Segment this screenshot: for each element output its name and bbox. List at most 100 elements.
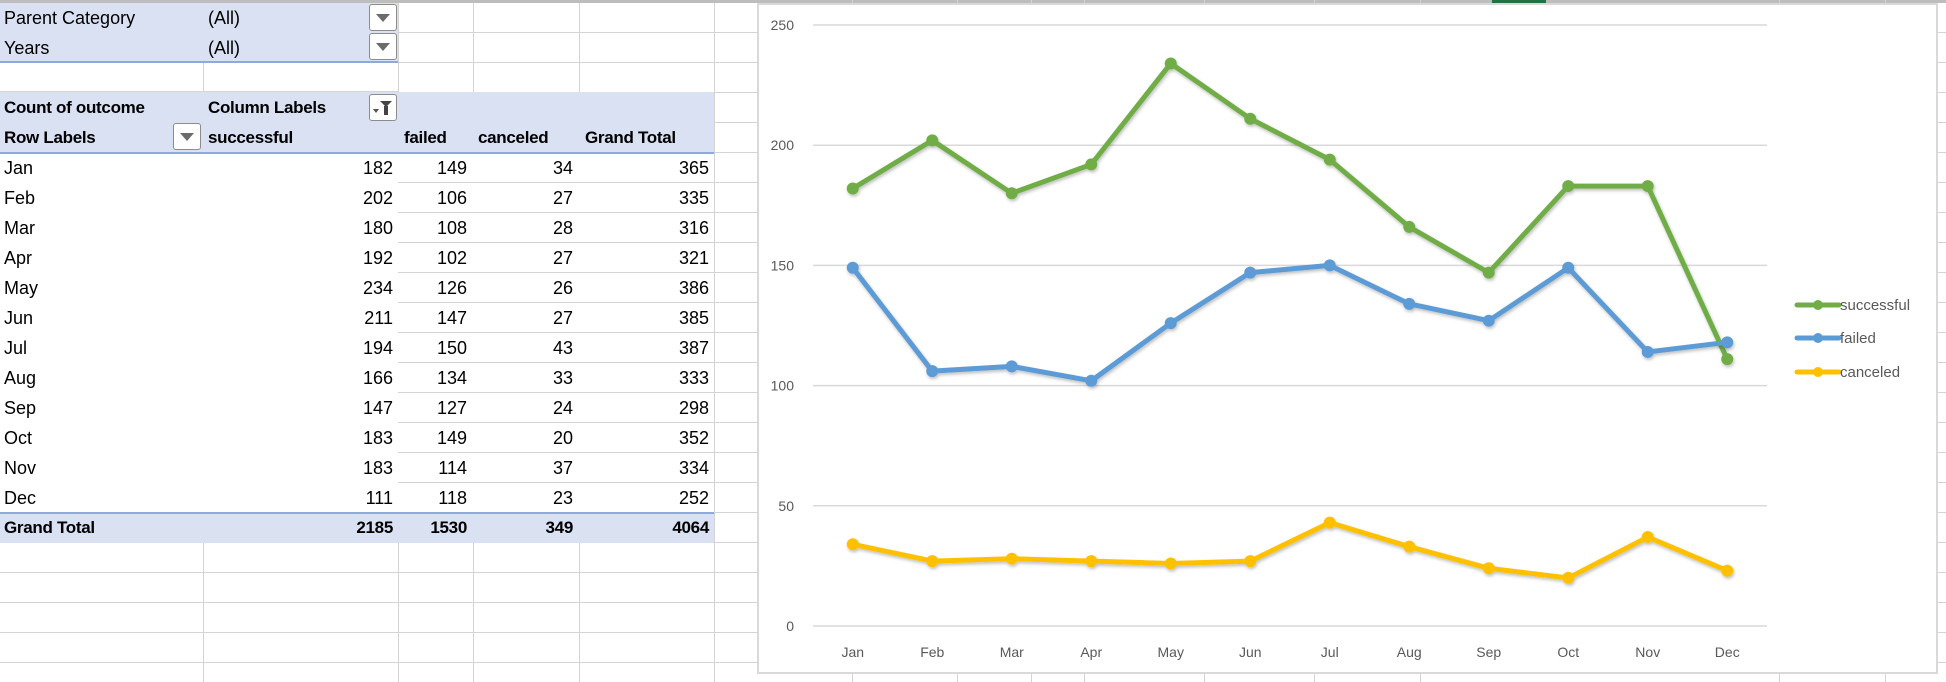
line-canceled[interactable]: [850, 520, 1730, 581]
value-field-label[interactable]: Count of outcome: [4, 93, 145, 123]
parent-category-dropdown-button[interactable]: [369, 4, 397, 31]
value-canceled[interactable]: 34: [473, 153, 573, 183]
column-header-grand-total[interactable]: Grand Total: [585, 123, 676, 153]
value-grand-total[interactable]: 321: [579, 243, 709, 273]
value-grand-total[interactable]: 334: [579, 453, 709, 483]
value-canceled[interactable]: 26: [473, 273, 573, 303]
column-header-canceled[interactable]: canceled: [478, 123, 549, 153]
row-labels-header[interactable]: Row Labels: [4, 123, 96, 153]
value-failed[interactable]: 127: [398, 393, 467, 423]
value-successful[interactable]: 166: [203, 363, 393, 393]
value-failed[interactable]: 134: [398, 363, 467, 393]
value-failed[interactable]: 149: [398, 153, 467, 183]
row-label[interactable]: Aug: [4, 363, 36, 393]
point-canceled-dec[interactable]: [1721, 564, 1734, 577]
value-successful[interactable]: 194: [203, 333, 393, 363]
point-successful-feb[interactable]: [926, 134, 939, 147]
point-failed-sep[interactable]: [1482, 314, 1495, 327]
point-canceled-jun[interactable]: [1244, 555, 1257, 568]
value-canceled[interactable]: 37: [473, 453, 573, 483]
value-successful[interactable]: 180: [203, 213, 393, 243]
value-canceled[interactable]: 24: [473, 393, 573, 423]
value-successful[interactable]: 111: [203, 483, 393, 513]
value-canceled[interactable]: 27: [473, 303, 573, 333]
point-successful-may[interactable]: [1164, 57, 1177, 70]
point-failed-aug[interactable]: [1403, 297, 1416, 310]
point-canceled-nov[interactable]: [1641, 531, 1654, 544]
row-label[interactable]: Jan: [4, 153, 33, 183]
point-successful-oct[interactable]: [1562, 180, 1575, 193]
point-successful-dec[interactable]: [1721, 353, 1734, 366]
row-label[interactable]: Jul: [4, 333, 27, 363]
point-successful-jun[interactable]: [1244, 112, 1257, 125]
point-canceled-jan[interactable]: [846, 538, 859, 551]
point-canceled-jul[interactable]: [1323, 516, 1336, 529]
legend-label[interactable]: canceled: [1840, 364, 1900, 381]
value-grand-total[interactable]: 333: [579, 363, 709, 393]
row-label[interactable]: Apr: [4, 243, 32, 273]
row-label[interactable]: Jun: [4, 303, 33, 333]
row-label[interactable]: May: [4, 273, 38, 303]
value-successful[interactable]: 147: [203, 393, 393, 423]
point-successful-jan[interactable]: [846, 182, 859, 195]
value-grand-total[interactable]: 387: [579, 333, 709, 363]
value-successful[interactable]: 183: [203, 453, 393, 483]
value-failed[interactable]: 118: [398, 483, 467, 513]
value-canceled[interactable]: 23: [473, 483, 573, 513]
filter-value-parent-category[interactable]: (All): [208, 3, 240, 33]
value-grand-total[interactable]: 252: [579, 483, 709, 513]
years-dropdown-button[interactable]: [369, 33, 397, 60]
point-canceled-apr[interactable]: [1085, 555, 1098, 568]
point-failed-oct[interactable]: [1562, 261, 1575, 274]
value-successful[interactable]: 183: [203, 423, 393, 453]
value-grand-total[interactable]: 335: [579, 183, 709, 213]
point-failed-jun[interactable]: [1244, 266, 1257, 279]
value-successful[interactable]: 182: [203, 153, 393, 183]
point-failed-jul[interactable]: [1323, 259, 1336, 272]
value-grand-total[interactable]: 298: [579, 393, 709, 423]
point-canceled-mar[interactable]: [1005, 552, 1018, 565]
point-successful-apr[interactable]: [1085, 158, 1098, 171]
legend-label[interactable]: successful: [1840, 297, 1910, 314]
value-canceled[interactable]: 43: [473, 333, 573, 363]
grand-total-overall[interactable]: 4064: [579, 513, 709, 543]
value-failed[interactable]: 149: [398, 423, 467, 453]
column-labels-header[interactable]: Column Labels: [208, 93, 326, 123]
point-canceled-aug[interactable]: [1403, 540, 1416, 553]
line-successful[interactable]: [850, 60, 1730, 362]
point-successful-jul[interactable]: [1323, 153, 1336, 166]
point-failed-dec[interactable]: [1721, 336, 1734, 349]
row-labels-dropdown-button[interactable]: [173, 123, 201, 150]
point-failed-jan[interactable]: [846, 261, 859, 274]
row-label[interactable]: Nov: [4, 453, 36, 483]
row-label[interactable]: Dec: [4, 483, 36, 513]
grand-total-label[interactable]: Grand Total: [4, 513, 95, 543]
grand-total-successful[interactable]: 2185: [203, 513, 393, 543]
column-header-failed[interactable]: failed: [404, 123, 447, 153]
row-label[interactable]: Mar: [4, 213, 35, 243]
value-successful[interactable]: 202: [203, 183, 393, 213]
value-canceled[interactable]: 27: [473, 243, 573, 273]
value-failed[interactable]: 147: [398, 303, 467, 333]
point-failed-may[interactable]: [1164, 317, 1177, 330]
point-canceled-sep[interactable]: [1482, 562, 1495, 575]
value-canceled[interactable]: 20: [473, 423, 573, 453]
legend-label[interactable]: failed: [1840, 330, 1876, 347]
grand-total-failed[interactable]: 1530: [398, 513, 467, 543]
value-successful[interactable]: 192: [203, 243, 393, 273]
row-label[interactable]: Feb: [4, 183, 35, 213]
value-grand-total[interactable]: 386: [579, 273, 709, 303]
point-successful-nov[interactable]: [1641, 180, 1654, 193]
value-canceled[interactable]: 28: [473, 213, 573, 243]
line-chart[interactable]: 0 50 100 150 200 250 Jan Feb Mar Apr May Jun Jul Aug S…: [757, 3, 1938, 674]
point-successful-aug[interactable]: [1403, 220, 1416, 233]
point-canceled-oct[interactable]: [1562, 571, 1575, 584]
value-canceled[interactable]: 33: [473, 363, 573, 393]
value-failed[interactable]: 106: [398, 183, 467, 213]
value-grand-total[interactable]: 316: [579, 213, 709, 243]
value-failed[interactable]: 150: [398, 333, 467, 363]
grand-total-canceled[interactable]: 349: [473, 513, 574, 543]
value-grand-total[interactable]: 385: [579, 303, 709, 333]
point-canceled-may[interactable]: [1164, 557, 1177, 570]
point-successful-mar[interactable]: [1005, 187, 1018, 200]
